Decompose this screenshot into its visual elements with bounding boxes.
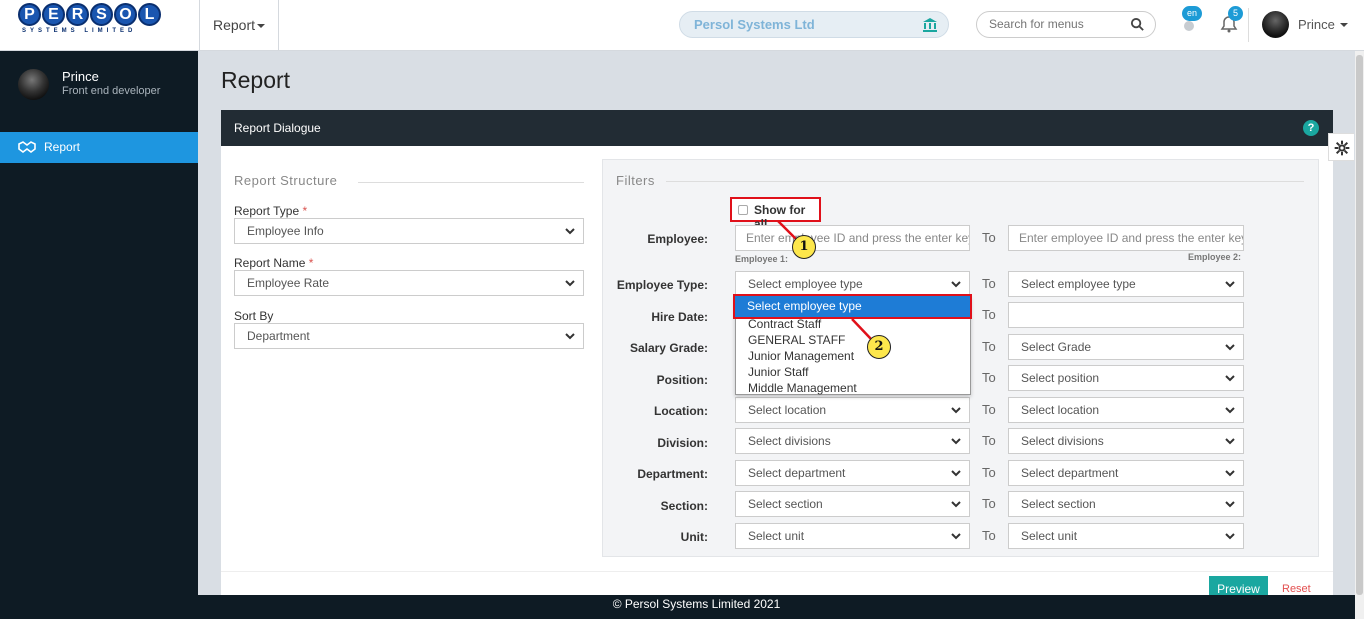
callout-line	[777, 220, 798, 241]
dialog-footer-divider	[221, 571, 1333, 572]
callout-1: 1	[792, 235, 816, 259]
callout-lines	[777, 220, 872, 340]
callout-2: 2	[867, 335, 891, 359]
reset-button[interactable]: Reset	[1282, 583, 1311, 595]
callout-line	[851, 318, 872, 340]
page-footer: © Persol Systems Limited 2021	[198, 595, 1355, 619]
